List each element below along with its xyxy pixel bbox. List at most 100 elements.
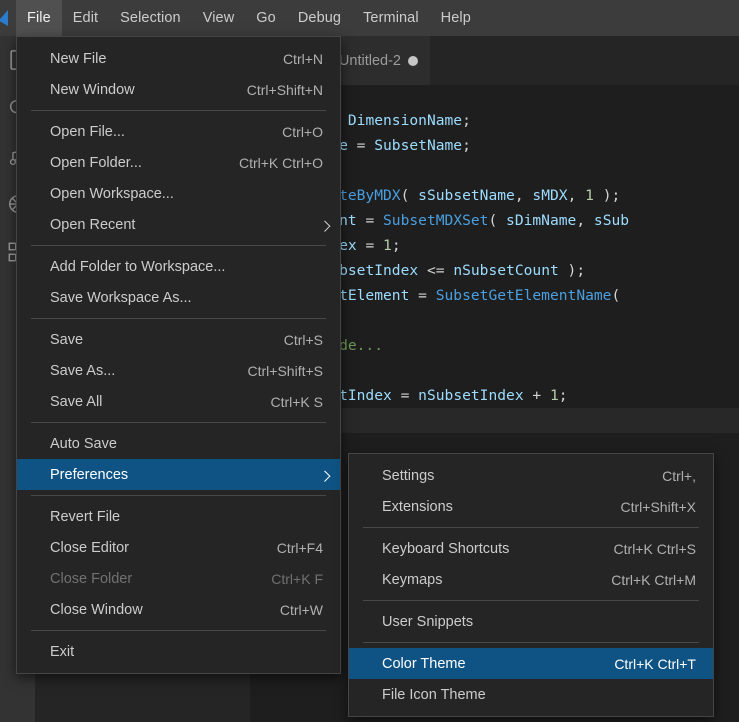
menu-separator — [363, 600, 699, 601]
code-token: sSub — [593, 212, 630, 229]
menu-item-label: Add Folder to Workspace... — [50, 258, 226, 275]
file-menu-item-save-workspace-as[interactable]: Save Workspace As... — [17, 282, 340, 313]
code-token: ; — [391, 237, 401, 254]
menu-item-label: Close Folder — [50, 570, 133, 587]
code-token: <= — [426, 262, 454, 279]
menubar-item-terminal[interactable]: Terminal — [352, 0, 430, 36]
menubar-item-debug[interactable]: Debug — [287, 0, 352, 36]
code-token: DimensionName — [347, 112, 463, 129]
menu-item-label: Open File... — [50, 123, 125, 140]
menu-item-label: Preferences — [50, 466, 129, 483]
preferences-menu-item-color-theme[interactable]: Color Theme Ctrl+K Ctrl+T — [349, 648, 713, 679]
code-token: ( — [611, 287, 621, 304]
file-menu-item-new-window[interactable]: New Window Ctrl+Shift+N — [17, 74, 340, 105]
menu-item-shortcut: Ctrl+Shift+N — [246, 81, 323, 98]
code-token: ; — [462, 112, 471, 129]
menu-item-label: Open Recent — [50, 216, 136, 233]
menubar-item-selection[interactable]: Selection — [109, 0, 192, 36]
file-menu-item-close-window[interactable]: Close Window Ctrl+W — [17, 594, 340, 625]
menu-item-shortcut: Ctrl+K Ctrl+T — [614, 655, 696, 672]
code-token: = — [418, 287, 436, 304]
menu-item-label: Auto Save — [50, 435, 117, 452]
menu-separator — [31, 422, 326, 423]
code-token: , — [514, 187, 533, 204]
file-menu-item-open-workspace[interactable]: Open Workspace... — [17, 178, 340, 209]
menu-item-label: User Snippets — [382, 613, 474, 630]
menu-item-shortcut: Ctrl+O — [282, 123, 323, 140]
menu-item-label: Close Editor — [50, 539, 129, 556]
code-token: ); — [593, 187, 621, 204]
file-menu: New File Ctrl+N New Window Ctrl+Shift+N Open… — [16, 36, 341, 674]
code-token: sDimName — [506, 212, 577, 229]
vscode-window: 2 — [0, 0, 739, 722]
preferences-menu-item-settings[interactable]: Settings Ctrl+, — [349, 460, 713, 491]
menu-item-label: Open Folder... — [50, 154, 142, 171]
menu-item-label: Save All — [50, 393, 103, 410]
code-token: = — [365, 237, 384, 254]
file-menu-item-save-all[interactable]: Save All Ctrl+K S — [17, 386, 340, 417]
menubar-item-file[interactable]: File — [16, 0, 62, 36]
menu-item-shortcut: Ctrl+K Ctrl+S — [613, 540, 696, 557]
vscode-logo-icon — [0, 0, 16, 36]
code-token: SubsetName — [374, 137, 463, 154]
file-menu-item-close-folder: Close Folder Ctrl+K F — [17, 563, 340, 594]
menu-item-shortcut: Ctrl+, — [662, 467, 696, 484]
menu-item-label: Keymaps — [382, 571, 443, 588]
menu-item-label: Keyboard Shortcuts — [382, 540, 510, 557]
menu-separator — [363, 527, 699, 528]
menubar-item-edit[interactable]: Edit — [62, 0, 109, 36]
file-menu-item-auto-save[interactable]: Auto Save — [17, 428, 340, 459]
code-token: ( — [400, 187, 419, 204]
code-token: ; — [558, 387, 568, 404]
menu-item-shortcut: Ctrl+W — [279, 601, 323, 618]
menu-item-label: Save — [50, 331, 84, 348]
menu-item-shortcut: Ctrl+Shift+X — [620, 498, 696, 515]
code-token: SubsetMDXSet — [383, 212, 489, 229]
menu-item-label: New Window — [50, 81, 135, 98]
preferences-menu-item-file-icon-theme[interactable]: File Icon Theme — [349, 679, 713, 710]
menubar-item-help[interactable]: Help — [430, 0, 482, 36]
code-token: 1 — [383, 237, 392, 254]
code-token: = — [356, 137, 375, 154]
preferences-menu-item-keyboard-shortcuts[interactable]: Keyboard Shortcuts Ctrl+K Ctrl+S — [349, 533, 713, 564]
menu-item-shortcut: Ctrl+K Ctrl+M — [611, 571, 696, 588]
tab-dirty-indicator[interactable] — [407, 55, 418, 66]
menu-separator — [31, 245, 326, 246]
file-menu-item-open-recent[interactable]: Open Recent — [17, 209, 340, 240]
title-bar: File Edit Selection View Go Debug Termin… — [0, 0, 739, 36]
file-menu-item-revert-file[interactable]: Revert File — [17, 501, 340, 532]
file-menu-item-open-file[interactable]: Open File... Ctrl+O — [17, 116, 340, 147]
menu-item-shortcut: Ctrl+K Ctrl+O — [238, 154, 323, 171]
file-menu-item-open-folder[interactable]: Open Folder... Ctrl+K Ctrl+O — [17, 147, 340, 178]
code-token: ( — [488, 212, 507, 229]
menubar-item-view[interactable]: View — [192, 0, 246, 36]
preferences-menu-item-keymaps[interactable]: Keymaps Ctrl+K Ctrl+M — [349, 564, 713, 595]
file-menu-item-add-folder-to-workspace[interactable]: Add Folder to Workspace... — [17, 251, 340, 282]
menu-item-shortcut: Ctrl+K S — [270, 393, 323, 410]
file-menu-item-exit[interactable]: Exit — [17, 636, 340, 667]
file-menu-item-new-file[interactable]: New File Ctrl+N — [17, 43, 340, 74]
menu-item-label: Exit — [50, 643, 75, 660]
file-menu-item-save-as[interactable]: Save As... Ctrl+Shift+S — [17, 355, 340, 386]
menu-item-shortcut: Ctrl+N — [282, 50, 323, 67]
preferences-menu-item-extensions[interactable]: Extensions Ctrl+Shift+X — [349, 491, 713, 522]
menu-separator — [363, 642, 699, 643]
menu-item-shortcut: Ctrl+Shift+S — [247, 362, 323, 379]
menu-separator — [31, 630, 326, 631]
file-menu-item-close-editor[interactable]: Close Editor Ctrl+F4 — [17, 532, 340, 563]
file-menu-item-preferences[interactable]: Preferences — [17, 459, 340, 490]
menu-item-label: File Icon Theme — [382, 686, 486, 703]
preferences-menu-item-user-snippets[interactable]: User Snippets — [349, 606, 713, 637]
code-token: sSubsetName — [418, 187, 515, 204]
menu-item-label: Extensions — [382, 498, 453, 515]
code-token: nSubsetCount — [453, 262, 559, 279]
file-menu-item-save[interactable]: Save Ctrl+S — [17, 324, 340, 355]
menubar-item-go[interactable]: Go — [245, 0, 287, 36]
code-token: 1 — [585, 187, 594, 204]
menu-separator — [31, 495, 326, 496]
code-token: nSubsetIndex — [418, 387, 533, 404]
menu-item-label: Settings — [382, 467, 435, 484]
menu-item-shortcut: Ctrl+S — [283, 331, 323, 348]
menu-item-label: Color Theme — [382, 655, 466, 672]
code-token: 1 — [549, 387, 559, 404]
